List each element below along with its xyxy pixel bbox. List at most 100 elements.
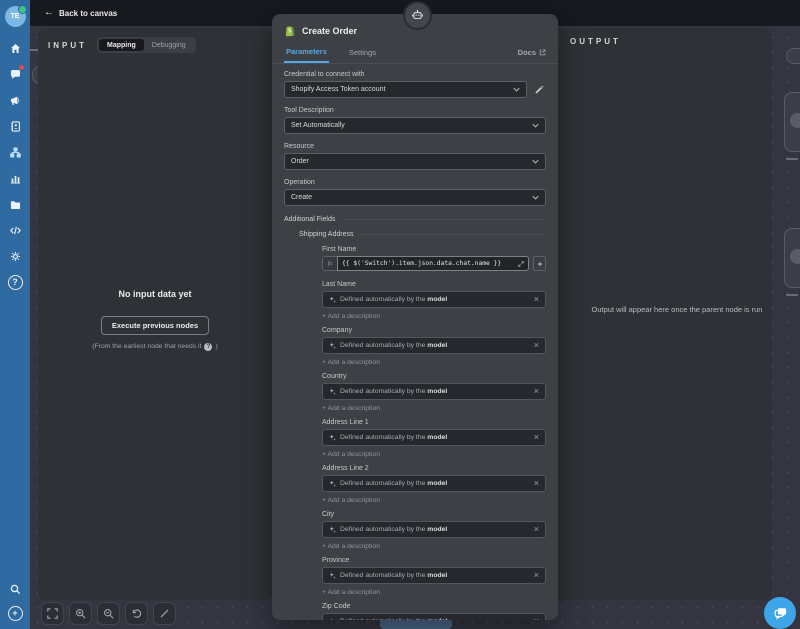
- remove-field-icon[interactable]: ×: [534, 295, 539, 304]
- ai-field-label: Company: [322, 327, 546, 334]
- ai-defined-field[interactable]: Defined automatically by the model ×: [322, 521, 546, 538]
- reset-zoom-button[interactable]: [125, 602, 148, 625]
- add-description-link[interactable]: + Add a description: [322, 451, 546, 458]
- back-to-canvas-button[interactable]: ← Back to canvas: [44, 8, 117, 18]
- ai-field-label: City: [322, 511, 546, 518]
- ai-defined-text: Defined automatically by the model: [340, 342, 447, 349]
- ai-field-label: Country: [322, 373, 546, 380]
- megaphone-icon[interactable]: [8, 93, 22, 107]
- remove-field-icon[interactable]: ×: [534, 571, 539, 580]
- fx-badge: fx: [322, 256, 337, 271]
- dialog-title: Create Order: [302, 26, 357, 36]
- hint-suffix: ): [215, 343, 217, 350]
- ai-defined-field[interactable]: Defined automatically by the model ×: [322, 475, 546, 492]
- remove-field-icon[interactable]: ×: [534, 479, 539, 488]
- remove-field-icon[interactable]: ×: [534, 433, 539, 442]
- tab-parameters[interactable]: Parameters: [284, 41, 329, 63]
- canvas-node-partial[interactable]: [784, 92, 800, 152]
- ai-field-group: Company Defined automatically by the mod…: [322, 327, 546, 366]
- expression-text: {{ $('Switch').item.json.data.chat.name …: [342, 260, 501, 267]
- ai-defined-text: Defined automatically by the model: [340, 434, 447, 441]
- edit-credential-button[interactable]: [532, 83, 546, 97]
- hint-text: (From the earliest node that needs it: [92, 343, 201, 350]
- code-icon[interactable]: [8, 223, 22, 237]
- chat-launcher-button[interactable]: [764, 597, 796, 629]
- add-description-link[interactable]: + Add a description: [322, 543, 546, 550]
- ai-defined-field[interactable]: Defined automatically by the model ×: [322, 567, 546, 584]
- canvas-node-partial[interactable]: [786, 48, 800, 64]
- remove-field-icon[interactable]: ×: [534, 617, 539, 620]
- question-mark-icon[interactable]: ?: [204, 343, 212, 351]
- tool-description-label: Tool Description: [284, 107, 546, 114]
- back-to-canvas-label: Back to canvas: [59, 9, 117, 18]
- ai-defined-field[interactable]: Defined automatically by the model ×: [322, 291, 546, 308]
- remove-field-icon[interactable]: ×: [534, 341, 539, 350]
- zoom-in-button[interactable]: [69, 602, 92, 625]
- first-name-expression-input[interactable]: {{ $('Switch').item.json.data.chat.name …: [337, 256, 529, 271]
- remove-field-icon[interactable]: ×: [534, 387, 539, 396]
- node-icon: [790, 113, 800, 128]
- ai-field-label: Province: [322, 557, 546, 564]
- input-empty-title: No input data yet: [118, 289, 191, 299]
- resource-label: Resource: [284, 143, 546, 150]
- additional-fields-section: Additional Fields: [284, 216, 546, 223]
- shipping-address-label: Shipping Address: [299, 231, 353, 238]
- ai-defined-field[interactable]: Defined automatically by the model ×: [322, 429, 546, 446]
- ai-agent-node-bubble[interactable]: [403, 1, 432, 30]
- add-description-link[interactable]: + Add a description: [322, 589, 546, 596]
- workflow-icon[interactable]: [8, 145, 22, 159]
- external-link-icon: [539, 49, 546, 56]
- remove-field-icon[interactable]: ×: [534, 525, 539, 534]
- add-description-link[interactable]: + Add a description: [322, 359, 546, 366]
- ai-define-toggle-button[interactable]: [533, 256, 546, 271]
- sparkle-icon: [329, 618, 336, 620]
- ai-field-label: Last Name: [322, 281, 546, 288]
- add-description-link[interactable]: + Add a description: [322, 313, 546, 320]
- chat-notification-icon[interactable]: [8, 67, 22, 81]
- execute-previous-nodes-button[interactable]: Execute previous nodes: [101, 316, 209, 335]
- expand-expression-icon[interactable]: [518, 261, 524, 267]
- input-empty-state: No input data yet Execute previous nodes…: [38, 39, 272, 600]
- add-icon[interactable]: +: [8, 606, 23, 621]
- ai-defined-text: Defined automatically by the model: [340, 296, 447, 303]
- diagonal-line-icon: [159, 608, 170, 619]
- ai-defined-field[interactable]: Defined automatically by the model ×: [322, 337, 546, 354]
- zoom-out-button[interactable]: [97, 602, 120, 625]
- folder-icon[interactable]: [8, 197, 22, 211]
- home-icon[interactable]: [8, 41, 22, 55]
- fit-view-button[interactable]: [41, 602, 64, 625]
- ai-defined-text: Defined automatically by the model: [340, 480, 447, 487]
- ai-defined-text: Defined automatically by the model: [340, 618, 447, 620]
- help-icon[interactable]: ?: [8, 275, 23, 290]
- credential-select[interactable]: Shopify Access Token account: [284, 81, 527, 98]
- ai-field-group: Address Line 1 Defined automatically by …: [322, 419, 546, 458]
- bar-chart-icon[interactable]: [8, 171, 22, 185]
- sparkle-icon: [329, 342, 336, 349]
- node-icon: [790, 249, 800, 264]
- tool-description-select[interactable]: Set Automatically: [284, 117, 546, 134]
- tab-settings[interactable]: Settings: [347, 42, 378, 62]
- ai-field-label: Zip Code: [322, 603, 546, 610]
- avatar[interactable]: TE: [5, 6, 26, 27]
- search-icon[interactable]: [8, 582, 22, 596]
- canvas-node-partial[interactable]: [784, 228, 800, 288]
- ai-defined-field[interactable]: Defined automatically by the model ×: [322, 613, 546, 620]
- add-description-link[interactable]: + Add a description: [322, 497, 546, 504]
- chevron-down-icon: [532, 123, 539, 128]
- resource-select[interactable]: Order: [284, 153, 546, 170]
- sparkle-icon: [329, 526, 336, 533]
- section-divider: [361, 234, 546, 235]
- docs-link[interactable]: Docs: [518, 48, 546, 57]
- zoom-out-icon: [103, 608, 114, 619]
- ai-field-group: Province Defined automatically by the mo…: [322, 557, 546, 596]
- add-description-link[interactable]: + Add a description: [322, 405, 546, 412]
- zoom-in-icon: [75, 608, 86, 619]
- tidy-up-button[interactable]: [153, 602, 176, 625]
- canvas-toolbar: [41, 602, 176, 625]
- gear-icon[interactable]: [8, 249, 22, 263]
- operation-select[interactable]: Create: [284, 189, 546, 206]
- contacts-icon[interactable]: [8, 119, 22, 133]
- sparkle-icon: [329, 434, 336, 441]
- ai-defined-field[interactable]: Defined automatically by the model ×: [322, 383, 546, 400]
- sparkle-icon: [329, 388, 336, 395]
